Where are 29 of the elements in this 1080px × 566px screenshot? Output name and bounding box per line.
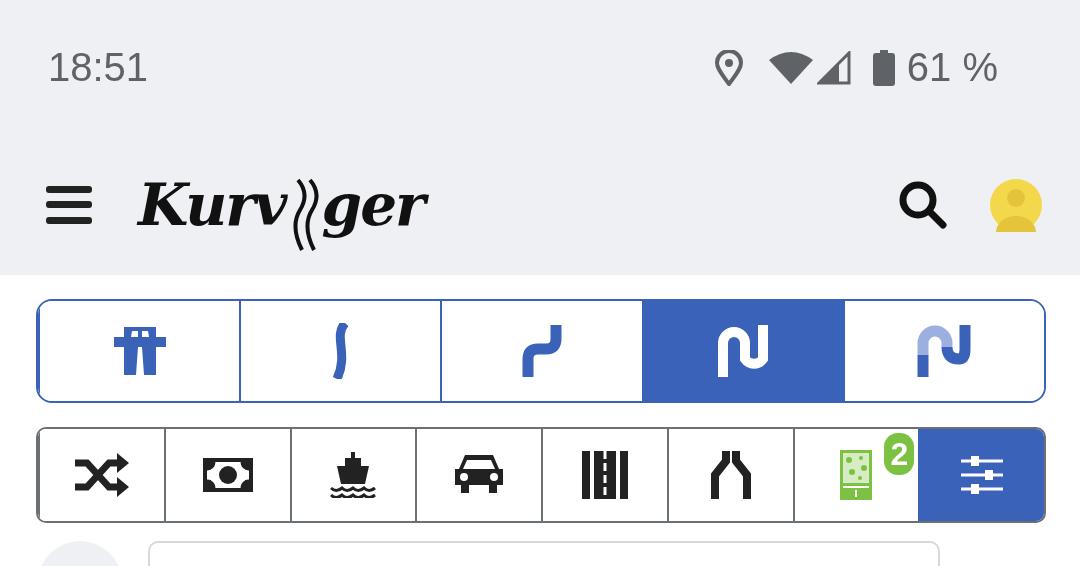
- narrowing-road-icon: [710, 451, 751, 499]
- banknote-icon: [202, 458, 253, 492]
- menu-icon: [46, 186, 92, 224]
- car-icon: [453, 455, 506, 495]
- search-icon: [898, 180, 948, 230]
- ship-icon: [330, 452, 377, 498]
- environmental-zone-sticker-icon: [840, 450, 873, 500]
- highway-icon: [113, 327, 166, 375]
- logo-text: ger: [321, 171, 430, 239]
- route-option-toggle[interactable]: [918, 429, 1044, 521]
- menu-button[interactable]: [46, 186, 92, 224]
- road-icon: [581, 451, 628, 499]
- clock-time: 18:51: [48, 45, 149, 90]
- curviness-tab[interactable]: [641, 301, 843, 401]
- wifi-icon: [768, 51, 813, 84]
- very-curvy-road-icon: [717, 325, 770, 377]
- battery-percentage: 61 %: [906, 45, 998, 90]
- battery-icon: [872, 49, 895, 86]
- location-pin-icon: [714, 49, 743, 86]
- signal-icon: [816, 50, 851, 85]
- logo-text: Kurv: [138, 171, 288, 239]
- settings-sliders-icon: [961, 455, 1004, 495]
- count-badge: 2: [884, 433, 915, 475]
- search-button[interactable]: [898, 180, 948, 230]
- curve-icon: [522, 325, 562, 377]
- custom-curve-icon: [917, 325, 972, 377]
- curviness-tab[interactable]: [842, 301, 1044, 401]
- shuffle-icon: [74, 453, 129, 497]
- wave-lines-icon: [291, 178, 322, 252]
